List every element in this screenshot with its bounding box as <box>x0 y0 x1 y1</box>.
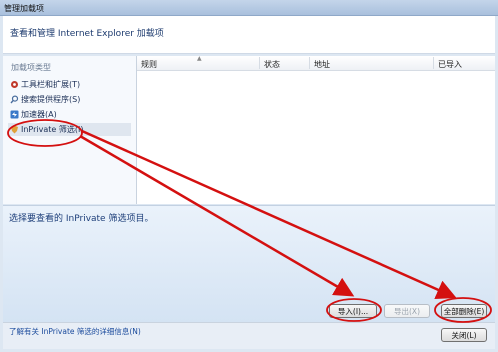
accelerator-icon <box>10 110 19 119</box>
column-status[interactable]: 状态 <box>264 59 280 70</box>
sidebar-item-label: InPrivate 筛选(I) <box>21 125 84 134</box>
column-address[interactable]: 地址 <box>314 59 330 70</box>
addon-list: 规则 ▲ 状态 地址 已导入 <box>137 55 495 204</box>
delete-all-button[interactable]: 全部删除(E) <box>441 304 487 318</box>
import-button[interactable]: 导入(I)... <box>329 304 377 318</box>
footer-bar: 了解有关 InPrivate 筛选的详细信息(N) <box>3 322 495 349</box>
column-divider[interactable] <box>309 57 310 69</box>
window-title: 管理加载项 <box>4 4 44 13</box>
sidebar-item-search[interactable]: 搜索提供程序(S) <box>10 94 80 105</box>
sidebar-item-label: 加速器(A) <box>21 110 57 119</box>
learn-more-link[interactable]: 了解有关 InPrivate 筛选的详细信息(N) <box>9 326 141 337</box>
sidebar-item-accelerators[interactable]: 加速器(A) <box>10 109 57 120</box>
header-panel: 查看和管理 Internet Explorer 加载项 <box>3 16 495 54</box>
table-header: 规则 ▲ 状态 地址 已导入 <box>137 55 495 71</box>
sidebar-item-label: 工具栏和扩展(T) <box>21 80 81 89</box>
details-message: 选择要查看的 InPrivate 筛选项目。 <box>9 214 154 224</box>
sort-arrow-icon: ▲ <box>197 55 202 62</box>
addon-types-pane: 加载项类型 工具栏和扩展(T) 搜索提供程序(S) 加速器(A) InPriva… <box>3 56 137 204</box>
addon-types-label: 加载项类型 <box>11 63 51 72</box>
sidebar-item-inprivate[interactable]: InPrivate 筛选(I) <box>8 123 131 136</box>
column-divider[interactable] <box>259 57 260 69</box>
search-icon <box>10 95 19 104</box>
sidebar-item-label: 搜索提供程序(S) <box>21 95 81 104</box>
column-rule[interactable]: 规则 <box>141 59 157 70</box>
title-bar: 管理加载项 <box>0 0 498 16</box>
column-imported[interactable]: 已导入 <box>438 59 462 70</box>
gear-icon <box>10 80 19 89</box>
inprivate-icon <box>10 125 19 134</box>
export-button[interactable]: 导出(X) <box>384 304 430 318</box>
page-title: 查看和管理 Internet Explorer 加载项 <box>10 29 164 39</box>
sidebar-item-toolbars[interactable]: 工具栏和扩展(T) <box>10 79 80 90</box>
column-divider[interactable] <box>433 57 434 69</box>
close-button[interactable]: 关闭(L) <box>441 328 487 342</box>
